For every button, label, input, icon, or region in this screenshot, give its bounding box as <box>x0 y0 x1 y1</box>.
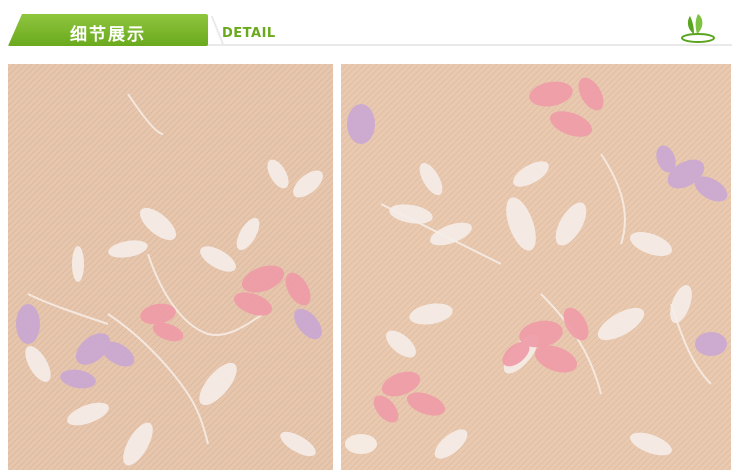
title-tab: 细节展示 <box>8 14 208 46</box>
section-header: 细节展示 DETAIL <box>0 0 740 56</box>
detail-photo-left <box>8 64 333 470</box>
detail-photo-right <box>341 64 731 470</box>
section-subtitle: DETAIL <box>222 26 276 41</box>
section-title: 细节展示 <box>70 25 146 45</box>
leaf-logo-icon <box>681 14 715 43</box>
